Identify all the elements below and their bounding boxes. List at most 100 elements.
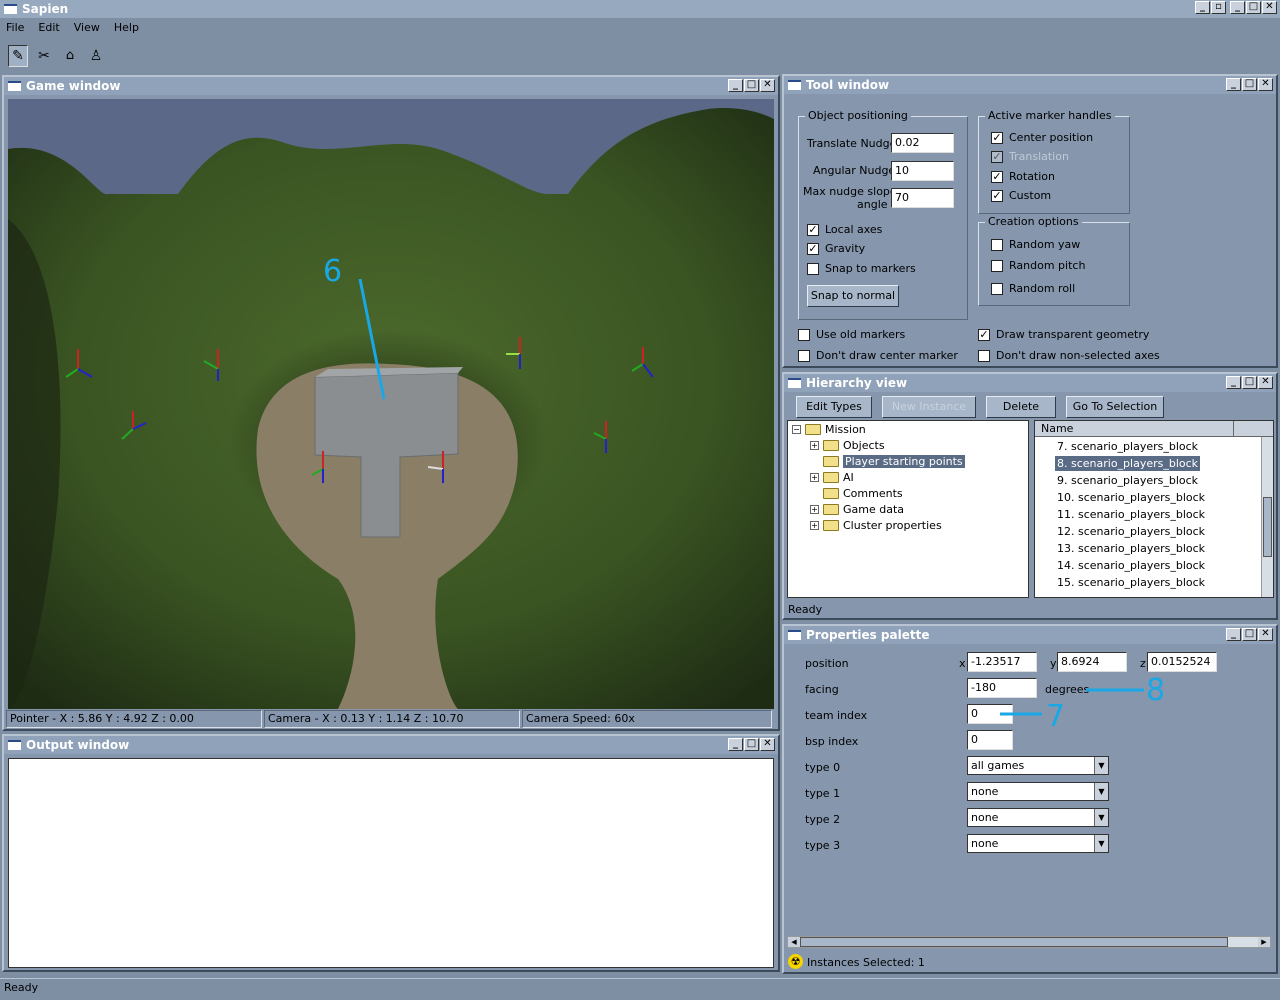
list-header[interactable]: Name	[1035, 421, 1273, 437]
checkbox-box: ✓	[807, 241, 819, 255]
max-slope-label-2: angle	[857, 198, 888, 211]
menu-file[interactable]: File	[6, 18, 24, 38]
snap-to-markers-checkbox[interactable]: Snap to markers	[807, 262, 916, 275]
expand-icon[interactable]: +	[810, 441, 819, 450]
tree-item-ai[interactable]: + AI	[810, 471, 854, 484]
splitter-icon[interactable]: ✂	[34, 45, 54, 67]
minimize-icon[interactable]: _	[728, 79, 743, 92]
expand-icon[interactable]: +	[810, 473, 819, 482]
list-item[interactable]: 13. scenario_players_block	[1055, 541, 1207, 556]
tool-window: Tool window _ □ ✕ Object positioning Tra…	[782, 74, 1278, 368]
game-scene: 6	[8, 99, 774, 709]
output-window-controls: _ □ ✕	[728, 738, 775, 751]
edit-types-button[interactable]: Edit Types	[796, 396, 872, 418]
snap-to-normal-button[interactable]: Snap to normal	[807, 285, 899, 307]
maximize-icon[interactable]: □	[744, 738, 759, 751]
random-pitch-checkbox[interactable]: Random pitch	[991, 259, 1085, 272]
use-old-markers-checkbox[interactable]: Use old markers	[798, 328, 905, 341]
creation-options-group: Creation options Random yaw Random pitch…	[978, 215, 1130, 306]
figure-icon[interactable]: ♙	[86, 45, 106, 67]
checkbox-box: ✓	[978, 327, 990, 341]
maximize-icon[interactable]: □	[1242, 78, 1257, 91]
minimize-icon[interactable]: _	[1230, 1, 1245, 14]
checkbox-box	[991, 238, 1003, 251]
expand-icon[interactable]: +	[810, 521, 819, 530]
camera-icon[interactable]: ⌂	[60, 45, 80, 67]
maximize-icon[interactable]: □	[1242, 376, 1257, 389]
instance-list[interactable]: Name 7. scenario_players_block 8. scenar…	[1034, 420, 1274, 598]
tool-window-controls: _ □ ✕	[1226, 78, 1273, 91]
folder-icon	[823, 456, 839, 467]
list-item[interactable]: 12. scenario_players_block	[1055, 524, 1207, 539]
restore-icon[interactable]: ▫	[1211, 1, 1226, 14]
random-roll-checkbox[interactable]: Random roll	[991, 282, 1075, 295]
tree-item-cluster-properties[interactable]: + Cluster properties	[810, 519, 942, 532]
tree-item-mission[interactable]: − Mission	[792, 423, 866, 436]
minimize-icon[interactable]: _	[1226, 376, 1241, 389]
output-text-area[interactable]	[8, 758, 774, 968]
hierarchy-tree[interactable]: − Mission + Objects Player starting points…	[787, 420, 1029, 598]
checkbox-box	[807, 262, 819, 275]
folder-icon	[823, 488, 839, 499]
use-old-markers-label: Use old markers	[816, 328, 906, 341]
close-icon[interactable]: ✕	[1258, 78, 1273, 91]
delete-button[interactable]: Delete	[986, 396, 1056, 418]
expand-icon[interactable]: +	[810, 505, 819, 514]
go-to-selection-button[interactable]: Go To Selection	[1066, 396, 1164, 418]
list-item[interactable]: 10. scenario_players_block	[1055, 490, 1207, 505]
tree-item-objects[interactable]: + Objects	[810, 439, 885, 452]
center-position-checkbox[interactable]: ✓ Center position	[991, 131, 1093, 144]
minimize-icon[interactable]: _	[1195, 1, 1210, 14]
pencil-icon[interactable]: ✎	[8, 45, 28, 67]
list-item[interactable]: 14. scenario_players_block	[1055, 558, 1207, 573]
game-window: Game window _ □ ✕ 6 Pointer - X: 5.86 Y…	[2, 75, 780, 731]
list-item[interactable]: 9. scenario_players_block	[1055, 473, 1200, 488]
dont-draw-non-selected-axes-checkbox[interactable]: Don't draw non-selected axes	[978, 349, 1160, 362]
draw-transparent-geometry-checkbox[interactable]: ✓ Draw transparent geometry	[978, 328, 1149, 341]
random-yaw-checkbox[interactable]: Random yaw	[991, 238, 1080, 251]
annotation-overlay: 8 7	[1000, 673, 1165, 734]
tree-item-comments[interactable]: Comments	[823, 487, 903, 500]
list-scrollbar[interactable]	[1261, 437, 1273, 597]
angular-nudge-input[interactable]: 10	[891, 161, 954, 181]
list-item[interactable]: 15. scenario_players_block	[1055, 575, 1207, 590]
menu-help[interactable]: Help	[114, 18, 139, 38]
tree-item-player-starting-points[interactable]: Player starting points	[823, 455, 965, 468]
max-slope-input[interactable]: 70	[891, 188, 954, 208]
maximize-icon[interactable]: □	[1246, 1, 1261, 14]
list-item[interactable]: 8. scenario_players_block	[1055, 456, 1201, 471]
minimize-icon[interactable]: _	[1226, 78, 1241, 91]
window-icon	[8, 81, 21, 91]
gravity-checkbox[interactable]: ✓ Gravity	[807, 242, 865, 255]
menu-view[interactable]: View	[74, 18, 100, 38]
app-status-bar: Ready	[0, 978, 1280, 998]
tree-item-game-data[interactable]: + Game data	[810, 503, 904, 516]
scroll-right-arrow[interactable]: ▶	[1258, 937, 1270, 947]
close-icon[interactable]: ✕	[1262, 1, 1277, 14]
pointer-status: Pointer - X : 5.86 Y : 4.92 Z : 0.00	[6, 710, 262, 728]
scroll-thumb[interactable]	[800, 937, 1228, 947]
local-axes-checkbox[interactable]: ✓ Local axes	[807, 223, 882, 236]
object-positioning-label: Object positioning	[805, 109, 911, 122]
close-icon[interactable]: ✕	[1258, 376, 1273, 389]
translate-nudge-input[interactable]: 0.02	[891, 133, 954, 153]
angular-nudge-label: Angular Nudge	[813, 164, 896, 177]
scroll-thumb[interactable]	[1263, 497, 1272, 557]
list-item[interactable]: 7. scenario_players_block	[1055, 439, 1200, 454]
translation-checkbox: ✓ Translation	[991, 150, 1069, 163]
rotation-checkbox[interactable]: ✓ Rotation	[991, 170, 1055, 183]
scroll-left-arrow[interactable]: ◀	[788, 937, 800, 947]
close-icon[interactable]: ✕	[760, 79, 775, 92]
annotation-6: 6	[323, 254, 342, 289]
list-item[interactable]: 11. scenario_players_block	[1055, 507, 1207, 522]
custom-checkbox[interactable]: ✓ Custom	[991, 189, 1051, 202]
properties-hscrollbar[interactable]: ◀ ▶	[787, 936, 1271, 948]
game-viewport[interactable]: 6	[8, 99, 774, 709]
maximize-icon[interactable]: □	[744, 79, 759, 92]
collapse-icon[interactable]: −	[792, 425, 801, 434]
menu-edit[interactable]: Edit	[38, 18, 59, 38]
close-icon[interactable]: ✕	[760, 738, 775, 751]
minimize-icon[interactable]: _	[728, 738, 743, 751]
dont-draw-center-marker-checkbox[interactable]: Don't draw center marker	[798, 349, 958, 362]
gravity-label: Gravity	[825, 242, 866, 255]
